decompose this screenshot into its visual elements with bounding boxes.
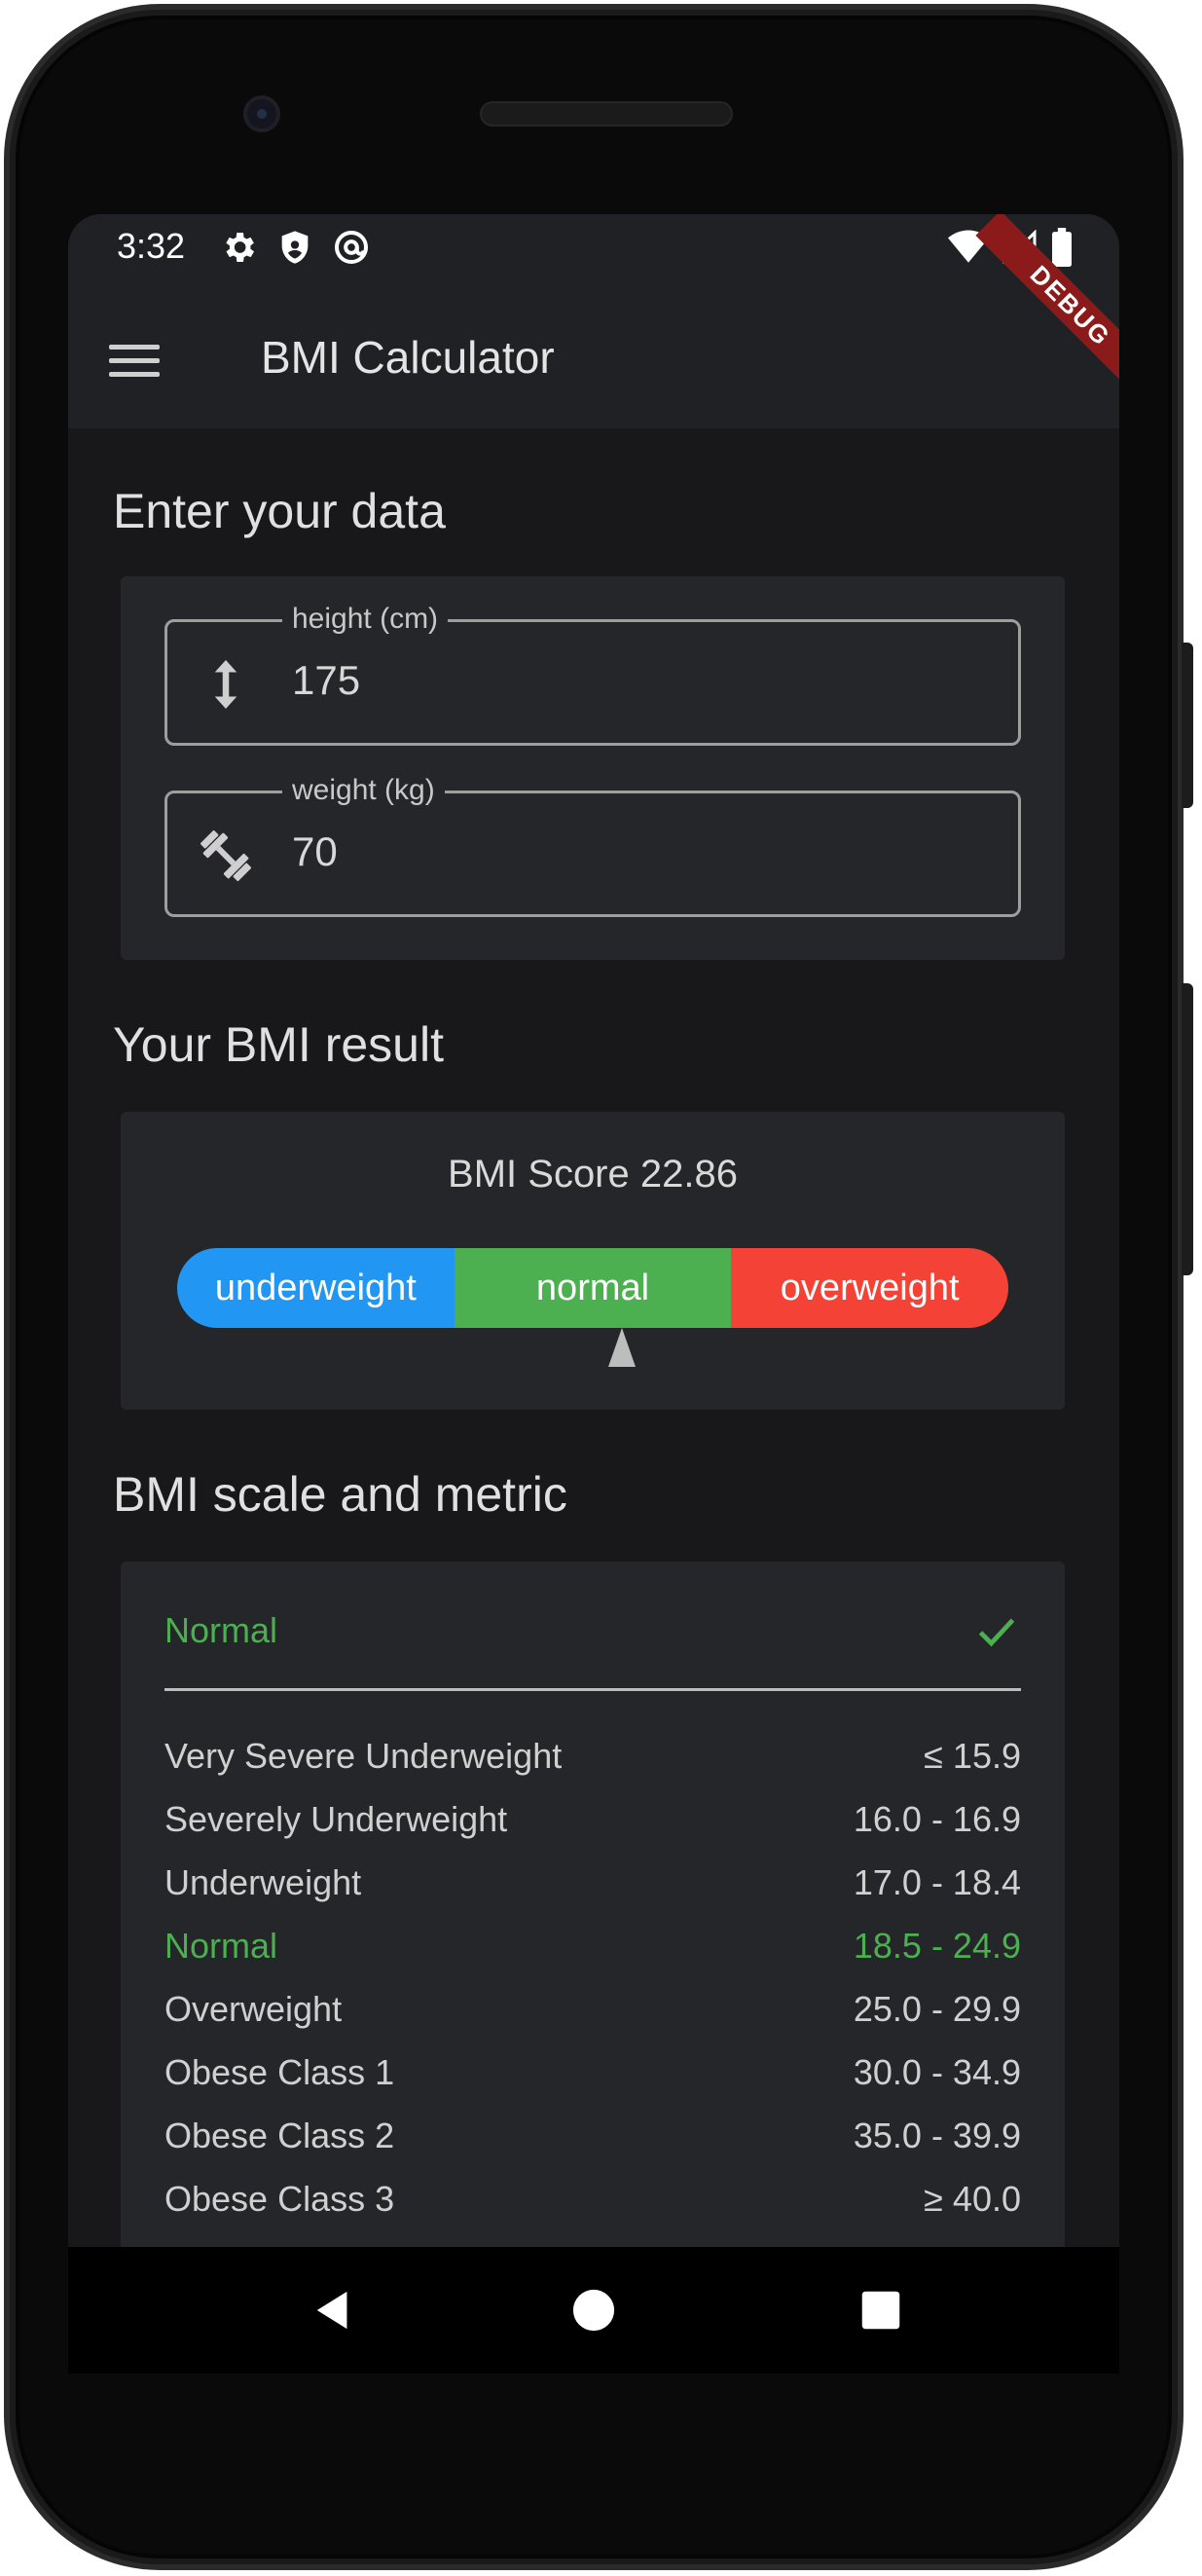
check-icon bbox=[978, 1618, 1015, 1647]
status-time: 3:32 bbox=[117, 226, 186, 266]
result-card: BMI Score 22.86 underweight normal overw… bbox=[121, 1112, 1065, 1410]
height-label: height (cm) bbox=[282, 603, 449, 636]
metric-row-name: Severely Underweight bbox=[164, 1799, 508, 1839]
metric-row-range: 17.0 - 18.4 bbox=[853, 1862, 1021, 1902]
metric-row: Underweight 17.0 - 18.4 bbox=[164, 1854, 1021, 1912]
metric-row: Obese Class 3 ≥ 40.0 bbox=[164, 2170, 1021, 2228]
metric-row-name: Obese Class 1 bbox=[164, 2052, 395, 2092]
metric-row-name: Very Severe Underweight bbox=[164, 1736, 563, 1776]
weight-label: weight (kg) bbox=[282, 774, 445, 807]
scale-segment-overweight: overweight bbox=[731, 1248, 1008, 1328]
recents-icon[interactable] bbox=[847, 2276, 915, 2344]
app-bar: BMI Calculator bbox=[68, 292, 1119, 428]
back-icon[interactable] bbox=[300, 2276, 368, 2344]
metric-row-range: ≤ 15.9 bbox=[924, 1736, 1021, 1776]
metric-row-name: Obese Class 3 bbox=[164, 2179, 395, 2219]
status-bar: 3:32 bbox=[68, 214, 1119, 292]
dumbbell-icon bbox=[200, 830, 251, 881]
metric-row: Normal 18.5 - 24.9 bbox=[164, 1917, 1021, 1975]
app-screen: 3:32 BMI Calculator DEBUG Enter your dat… bbox=[68, 214, 1119, 2247]
section-title-metric: BMI scale and metric bbox=[113, 1467, 567, 1522]
height-field[interactable]: height (cm) 175 bbox=[164, 603, 1021, 746]
home-icon[interactable] bbox=[560, 2276, 628, 2344]
volume-button bbox=[1182, 983, 1193, 1275]
height-input[interactable]: 175 bbox=[292, 657, 360, 704]
metric-row-name: Overweight bbox=[164, 1989, 343, 2029]
metric-row: Severely Underweight 16.0 - 16.9 bbox=[164, 1790, 1021, 1849]
metric-row-range: 30.0 - 34.9 bbox=[853, 2052, 1021, 2092]
power-button bbox=[1182, 643, 1193, 808]
bmi-score-text: BMI Score 22.86 bbox=[448, 1153, 738, 1196]
metric-row-range: 35.0 - 39.9 bbox=[853, 2116, 1021, 2155]
metric-row: Obese Class 1 30.0 - 34.9 bbox=[164, 2043, 1021, 2102]
vertical-arrows-icon bbox=[214, 660, 237, 709]
section-title-result: Your BMI result bbox=[113, 1017, 444, 1072]
app-title: BMI Calculator bbox=[261, 332, 555, 383]
metric-row-name: Underweight bbox=[164, 1862, 362, 1902]
scale-segment-underweight: underweight bbox=[177, 1248, 455, 1328]
metric-row-range: 18.5 - 24.9 bbox=[853, 1926, 1021, 1966]
bmi-pointer-indicator bbox=[607, 1328, 636, 1367]
metric-row: Very Severe Underweight ≤ 15.9 bbox=[164, 1727, 1021, 1785]
bmi-scale-bar: underweight normal overweight bbox=[177, 1248, 1008, 1328]
shield-icon bbox=[281, 231, 309, 264]
earpiece-speaker bbox=[480, 101, 733, 127]
at-sign-icon bbox=[335, 231, 368, 264]
gear-icon bbox=[226, 233, 254, 262]
weight-field[interactable]: weight (kg) 70 bbox=[164, 774, 1021, 917]
navigation-bar bbox=[68, 2247, 1119, 2374]
metric-row: Overweight 25.0 - 29.9 bbox=[164, 1980, 1021, 2039]
metric-row-name: Obese Class 2 bbox=[164, 2116, 395, 2155]
selected-category-label[interactable]: Normal bbox=[164, 1610, 277, 1651]
metric-row-range: ≥ 40.0 bbox=[924, 2179, 1021, 2219]
front-camera bbox=[243, 95, 280, 132]
scale-segment-normal: normal bbox=[454, 1248, 732, 1328]
metric-row-range: 16.0 - 16.9 bbox=[853, 1799, 1021, 1839]
weight-input[interactable]: 70 bbox=[292, 828, 338, 875]
input-card: height (cm) 175 weight (kg) 70 bbox=[121, 576, 1065, 960]
metric-row: Obese Class 2 35.0 - 39.9 bbox=[164, 2107, 1021, 2165]
battery-icon bbox=[1052, 228, 1072, 267]
menu-icon[interactable] bbox=[109, 333, 164, 387]
metric-card: Normal Very Severe Underweight ≤ 15.9 Seve… bbox=[121, 1562, 1065, 2247]
section-title-input: Enter your data bbox=[113, 484, 446, 538]
metric-row-range: 25.0 - 29.9 bbox=[853, 1989, 1021, 2029]
metric-divider bbox=[164, 1688, 1021, 1691]
metric-row-name: Normal bbox=[164, 1926, 278, 1966]
